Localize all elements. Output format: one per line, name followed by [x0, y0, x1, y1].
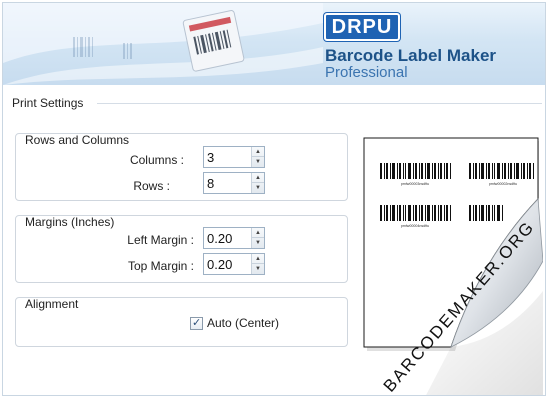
left-margin-spinner-buttons: ▲ ▼	[251, 228, 264, 248]
left-margin-spinner[interactable]: 0.20 ▲ ▼	[203, 227, 265, 249]
columns-value[interactable]: 3	[207, 150, 214, 165]
top-margin-spinner[interactable]: 0.20 ▲ ▼	[203, 253, 265, 275]
alignment-group: Alignment ✓ Auto (Center)	[15, 297, 348, 347]
drpu-logo-text: DRPU	[331, 16, 393, 38]
columns-spinner-buttons: ▲ ▼	[251, 147, 264, 167]
spin-down-icon[interactable]: ▼	[252, 157, 264, 167]
auto-center-label[interactable]: Auto (Center)	[207, 316, 279, 330]
columns-spinner[interactable]: 3 ▲ ▼	[203, 146, 265, 168]
label-preview: pmfw00003nsdftu pmfw00002nsdftu pmfw0000…	[363, 137, 543, 395]
app-edition: Professional	[325, 64, 408, 81]
rows-spinner[interactable]: 8 ▲ ▼	[203, 172, 265, 194]
top-margin-spinner-buttons: ▲ ▼	[251, 254, 264, 274]
columns-label: Columns :	[129, 153, 184, 167]
spin-up-icon[interactable]: ▲	[252, 254, 264, 264]
barcode-3-caption: pmfw00004nsdftu	[401, 224, 429, 228]
print-settings-title: Print Settings	[12, 96, 84, 110]
left-margin-value[interactable]: 0.20	[207, 231, 232, 246]
margins-legend: Margins (Inches)	[25, 215, 115, 229]
left-margin-label: Left Margin :	[127, 233, 194, 247]
spin-up-icon[interactable]: ▲	[252, 228, 264, 238]
spin-down-icon[interactable]: ▼	[252, 238, 264, 248]
barcode-1	[380, 163, 451, 179]
top-margin-value[interactable]: 0.20	[207, 257, 232, 272]
section-divider	[97, 103, 542, 104]
margins-group: Margins (Inches) Left Margin : 0.20 ▲ ▼ …	[15, 215, 348, 283]
rows-columns-legend: Rows and Columns	[25, 133, 130, 147]
spin-up-icon[interactable]: ▲	[252, 173, 264, 183]
drpu-logo: DRPU	[324, 13, 400, 41]
barcode-3	[380, 205, 451, 221]
barcode-1-caption: pmfw00003nsdftu	[401, 182, 429, 186]
barcode-2-caption: pmfw00002nsdftu	[489, 182, 517, 186]
header-graphic	[3, 3, 323, 85]
top-margin-label: Top Margin :	[127, 259, 194, 273]
app-title: Barcode Label Maker	[325, 46, 497, 65]
auto-center-checkbox[interactable]: ✓	[190, 317, 203, 330]
spin-down-icon[interactable]: ▼	[252, 183, 264, 193]
app-window: DRPU Barcode Label Maker Professional Pr…	[2, 2, 546, 396]
rows-columns-group: Rows and Columns Columns : 3 ▲ ▼ Rows : …	[15, 133, 348, 201]
spin-up-icon[interactable]: ▲	[252, 147, 264, 157]
alignment-legend: Alignment	[25, 297, 79, 311]
header-banner: DRPU Barcode Label Maker Professional	[3, 3, 545, 85]
rows-label: Rows :	[133, 179, 170, 193]
rows-spinner-buttons: ▲ ▼	[251, 173, 264, 193]
check-icon: ✓	[192, 317, 202, 329]
rows-value[interactable]: 8	[207, 176, 214, 191]
spin-down-icon[interactable]: ▼	[252, 264, 264, 274]
